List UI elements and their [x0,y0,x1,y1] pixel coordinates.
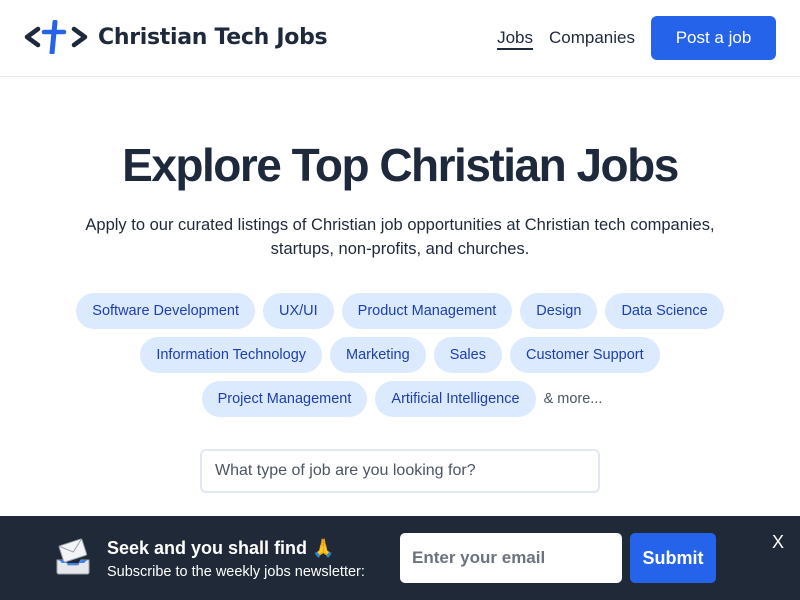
tag-product-management[interactable]: Product Management [341,293,513,329]
page-title: Explore Top Christian Jobs [122,139,679,191]
newsletter-subtitle: Subscribe to the weekly jobs newsletter: [107,564,365,580]
tag-data-science[interactable]: Data Science [605,293,724,329]
nav-companies[interactable]: Companies [549,28,635,48]
post-job-button[interactable]: Post a job [651,16,776,60]
tag-software-development[interactable]: Software Development [76,293,255,329]
tag-design[interactable]: Design [520,293,598,329]
tag-customer-support[interactable]: Customer Support [509,337,660,373]
site-header: Christian Tech Jobs Jobs Companies Post … [0,0,800,77]
newsletter-title: Seek and you shall find 🙏 [107,538,335,558]
close-banner-button[interactable]: X [772,532,784,553]
tag-row: Software Development UX/UI Product Manag… [0,293,800,329]
tag-ux-ui[interactable]: UX/UI [262,293,334,329]
submit-button[interactable]: Submit [630,533,716,583]
tag-marketing[interactable]: Marketing [330,337,426,373]
main-nav: Jobs Companies Post a job [497,16,776,60]
hero-subtitle: Apply to our curated listings of Christi… [85,216,715,258]
nav-jobs[interactable]: Jobs [497,28,533,48]
more-categories-text: & more... [543,391,603,407]
job-search-input[interactable] [200,449,600,493]
tag-sales[interactable]: Sales [433,337,502,373]
tag-artificial-intelligence[interactable]: Artificial Intelligence [375,381,536,417]
tag-information-technology[interactable]: Information Technology [140,337,323,373]
tag-row: Project Management Artificial Intelligen… [0,381,800,417]
logo-text: Christian Tech Jobs [98,24,328,50]
incoming-envelope-icon [56,538,90,575]
job-search [200,449,600,493]
newsletter-banner: Seek and you shall find 🙏 Subscribe to t… [0,516,800,600]
logo-link[interactable]: Christian Tech Jobs [24,20,328,54]
category-tags: Software Development UX/UI Product Manag… [0,293,800,425]
code-cross-logo-icon [24,20,88,54]
email-input[interactable] [400,533,622,583]
tag-row: Information Technology Marketing Sales C… [0,337,800,373]
tag-project-management[interactable]: Project Management [201,381,368,417]
